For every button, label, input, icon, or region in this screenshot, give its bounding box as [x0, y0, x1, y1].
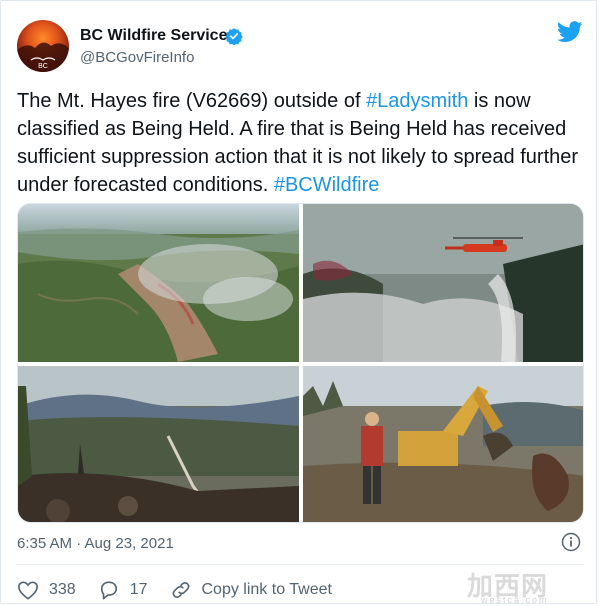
- divider: [17, 564, 584, 565]
- avatar-text: BC: [38, 63, 48, 70]
- media-grid: [17, 203, 584, 523]
- reply-icon: [100, 581, 117, 600]
- tweet-card: BC BC Wildfire Service @BCGovFireInfo Th…: [0, 0, 597, 605]
- tweet-text: The Mt. Hayes fire (V62669) outside of #…: [17, 87, 592, 199]
- avatar[interactable]: BC: [17, 20, 69, 72]
- aerial-fire-photo[interactable]: [18, 204, 299, 362]
- copy-link-button[interactable]: Copy link to Tweet: [170, 580, 332, 600]
- reply-button[interactable]: 17: [98, 580, 148, 600]
- account-handle[interactable]: @BCGovFireInfo: [80, 49, 194, 66]
- verified-badge-icon: [225, 28, 243, 45]
- helicopter-water-drop-photo[interactable]: [303, 204, 583, 362]
- action-bar: 338 17 Copy link to Tweet: [17, 577, 354, 603]
- info-icon[interactable]: [561, 532, 581, 552]
- hashtag-bcwildfire[interactable]: #BCWildfire: [274, 174, 380, 196]
- heart-icon: [18, 581, 38, 600]
- burned-hillside-photo[interactable]: [18, 366, 299, 522]
- excavator-crew-photo[interactable]: [303, 366, 583, 522]
- like-button[interactable]: 338: [17, 580, 76, 600]
- reply-count: 17: [129, 581, 148, 598]
- timestamp[interactable]: 6:35 AM · Aug 23, 2021: [17, 535, 174, 552]
- like-count: 338: [49, 581, 76, 598]
- copy-link-label: Copy link to Tweet: [201, 581, 332, 598]
- hashtag-ladysmith[interactable]: #Ladysmith: [366, 90, 468, 112]
- tweet-text-part: The Mt. Hayes fire (V62669) outside of: [17, 90, 367, 112]
- account-name[interactable]: BC Wildfire Service: [80, 27, 227, 45]
- twitter-bird-icon[interactable]: [557, 21, 583, 43]
- watermark-site: westca.com: [481, 595, 549, 605]
- link-icon: [172, 582, 189, 598]
